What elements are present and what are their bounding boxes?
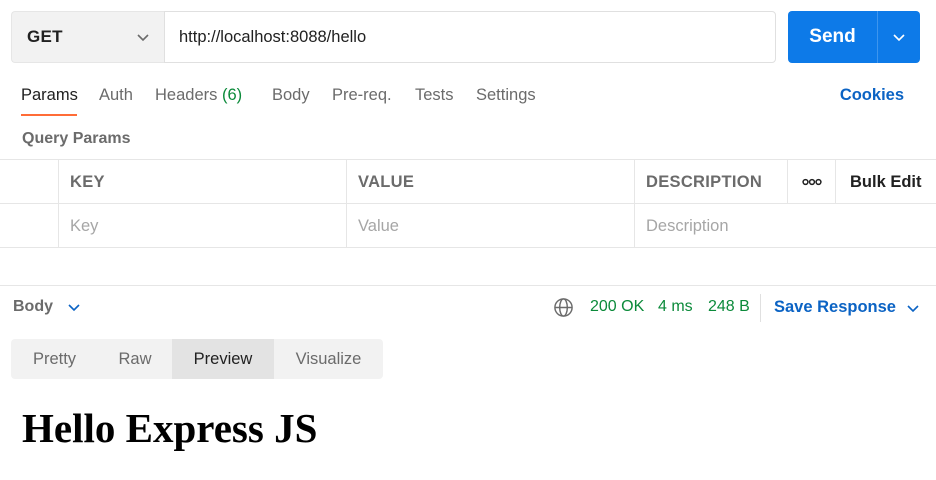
chevron-down-icon [907, 304, 919, 312]
tab-headers-label: Headers [155, 86, 218, 104]
description-header-label: DESCRIPTION [646, 172, 763, 191]
description-column-header: DESCRIPTION [635, 160, 788, 204]
value-cell [347, 204, 635, 248]
globe-icon[interactable] [553, 297, 574, 318]
more-horizontal-icon [801, 178, 822, 186]
chevron-down-icon [68, 304, 80, 312]
request-tabs: Params Auth Headers (6) Body Pre-req. Te… [0, 80, 936, 118]
save-response-label: Save Response [774, 298, 896, 316]
value-header-label: VALUE [358, 172, 415, 191]
response-body-dropdown[interactable]: Body [13, 298, 81, 316]
key-header-label: KEY [70, 172, 105, 191]
preview-heading: Hello Express JS [22, 405, 318, 451]
row-checkbox-cell [0, 204, 59, 248]
status-separator [760, 294, 761, 322]
description-cell [635, 204, 936, 248]
more-options-button[interactable] [788, 160, 836, 204]
status-badge[interactable]: 200 OK [590, 298, 644, 316]
chevron-down-icon [137, 34, 149, 42]
tab-auth[interactable]: Auth [99, 86, 133, 105]
key-column-header: KEY [59, 160, 347, 204]
query-params-title: Query Params [22, 130, 131, 147]
response-body-label: Body [13, 298, 53, 315]
bulk-edit-button[interactable]: Bulk Edit [850, 173, 922, 192]
panel-divider [0, 285, 936, 286]
view-raw-button[interactable]: Raw [98, 339, 172, 379]
tab-params[interactable]: Params [21, 86, 78, 105]
tab-settings[interactable]: Settings [476, 86, 536, 105]
tab-pre-request[interactable]: Pre-req. [332, 86, 392, 105]
bulk-edit-cell: Bulk Edit [836, 160, 936, 204]
tab-headers[interactable]: Headers (6) [155, 86, 242, 105]
checkbox-column-header [0, 160, 59, 204]
send-button-group: Send [788, 11, 920, 63]
description-input[interactable] [646, 216, 936, 236]
table-row [0, 204, 936, 248]
response-time[interactable]: 4 ms [658, 298, 693, 316]
send-button[interactable]: Send [788, 11, 877, 63]
chevron-down-icon [893, 34, 905, 42]
table-header-row: KEY VALUE DESCRIPTION Bulk Edit [0, 160, 936, 204]
active-tab-indicator [21, 114, 77, 116]
send-options-button[interactable] [878, 11, 920, 63]
response-size[interactable]: 248 B [708, 298, 750, 316]
key-cell [59, 204, 347, 248]
query-params-table: KEY VALUE DESCRIPTION Bulk Edit [0, 159, 936, 248]
response-view-toggle: Pretty Raw Preview Visualize [11, 339, 383, 379]
view-pretty-button[interactable]: Pretty [11, 339, 98, 379]
tab-tests[interactable]: Tests [415, 86, 454, 105]
view-preview-button[interactable]: Preview [172, 339, 274, 379]
save-response-button[interactable]: Save Response [774, 298, 920, 317]
headers-count-badge: (6) [221, 86, 243, 104]
view-visualize-button[interactable]: Visualize [274, 339, 383, 379]
url-field[interactable] [164, 11, 776, 63]
cookies-link[interactable]: Cookies [840, 86, 904, 105]
value-input[interactable] [358, 216, 634, 236]
value-column-header: VALUE [347, 160, 635, 204]
key-input[interactable] [70, 216, 346, 236]
method-label: GET [27, 27, 63, 46]
url-input[interactable] [179, 27, 775, 47]
tab-body[interactable]: Body [272, 86, 310, 105]
method-select[interactable]: GET [11, 11, 164, 63]
